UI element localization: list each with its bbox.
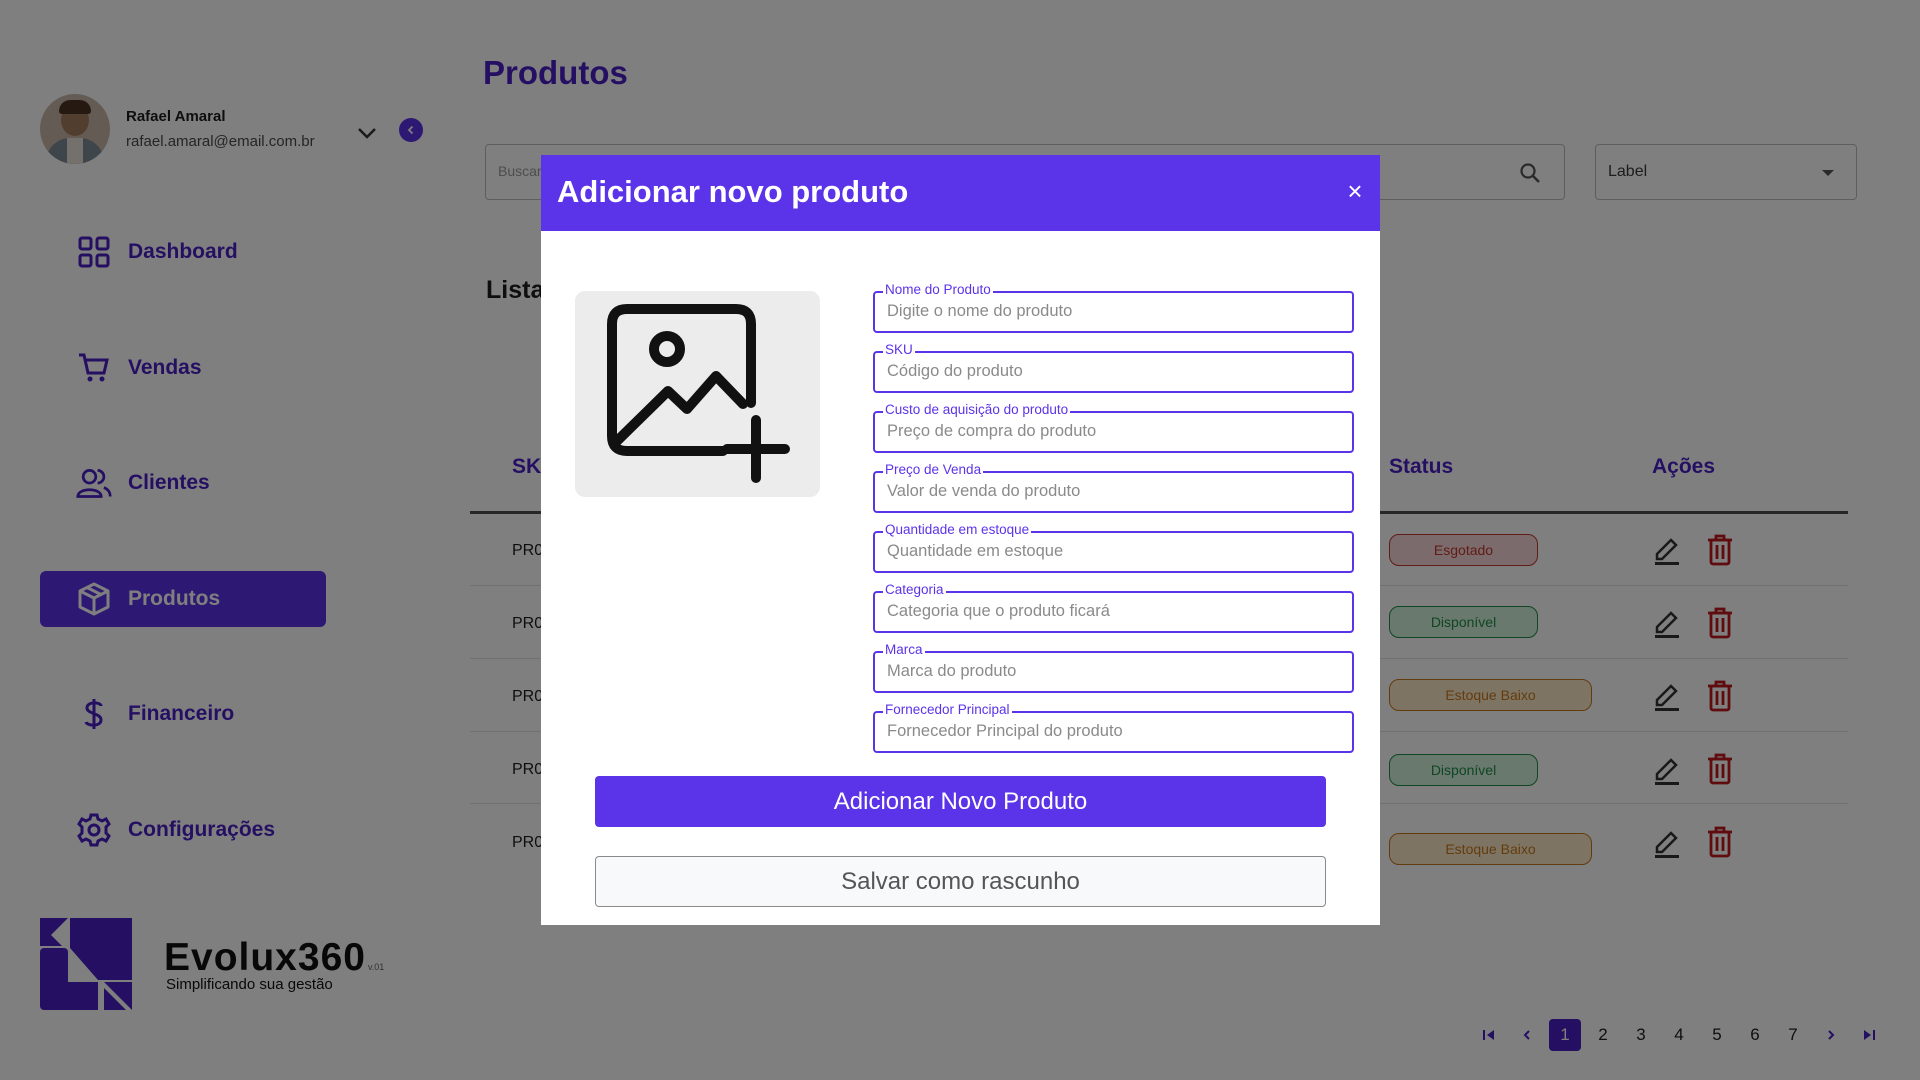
category-input[interactable] [887,602,1342,621]
field-label: Custo de aquisição do produto [883,402,1071,418]
add-product-button[interactable]: Adicionar Novo Produto [595,776,1326,827]
sku-field[interactable]: SKU [873,342,1354,393]
save-draft-button[interactable]: Salvar como rascunho [595,856,1326,907]
product-image-upload[interactable] [575,291,820,497]
product-name-field[interactable]: Nome do Produto [873,282,1354,333]
modal-title: Adicionar novo produto [557,174,909,209]
field-label: Preço de Venda [883,462,984,478]
acquisition-cost-field[interactable]: Custo de aquisição do produto [873,402,1354,453]
field-label: Quantidade em estoque [883,522,1032,538]
add-image-icon [607,304,790,483]
add-product-modal: Adicionar novo produto × Nome do Produto… [541,155,1380,925]
sale-price-field[interactable]: Preço de Venda [873,462,1354,513]
field-label: Marca [883,642,925,658]
field-label: Nome do Produto [883,282,993,298]
category-field[interactable]: Categoria [873,582,1354,633]
brand-field[interactable]: Marca [873,642,1354,693]
close-icon[interactable]: × [1344,178,1366,204]
stock-quantity-input[interactable] [887,542,1342,561]
supplier-input[interactable] [887,722,1342,741]
stock-quantity-field[interactable]: Quantidade em estoque [873,522,1354,573]
sku-input[interactable] [887,362,1342,381]
modal-header: Adicionar novo produto × [541,155,1380,231]
acquisition-cost-input[interactable] [887,422,1342,441]
field-label: Fornecedor Principal [883,702,1012,718]
brand-input[interactable] [887,662,1342,681]
field-label: SKU [883,342,915,358]
product-name-input[interactable] [887,302,1342,321]
sale-price-input[interactable] [887,482,1342,501]
field-label: Categoria [883,582,946,598]
supplier-field[interactable]: Fornecedor Principal [873,702,1354,753]
